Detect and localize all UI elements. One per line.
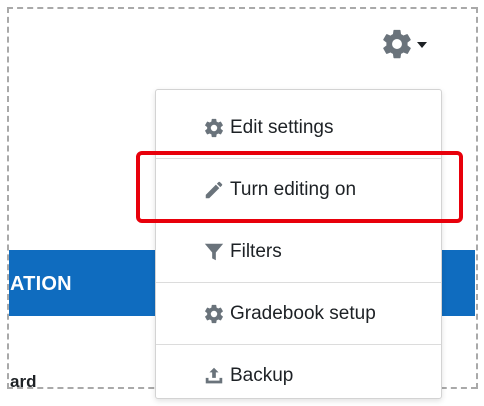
menu-item-filters[interactable]: Filters [156, 221, 441, 282]
menu-item-label: Backup [230, 364, 294, 386]
highlight-box [136, 151, 463, 223]
chevron-down-icon [417, 42, 427, 48]
page-text-fragment: ard [10, 372, 37, 391]
menu-item-gradebook-setup[interactable]: Gradebook setup [156, 283, 441, 344]
upload-icon [201, 365, 227, 387]
actions-dropdown-menu: Edit settings Turn editing on Filters Gr… [155, 89, 442, 399]
menu-item-label: Filters [230, 240, 282, 262]
gear-icon [380, 27, 414, 61]
menu-item-edit-settings[interactable]: Edit settings [156, 98, 441, 158]
gear-icon [201, 303, 227, 325]
dashed-frame-right [476, 7, 478, 389]
actions-menu-button[interactable] [380, 26, 440, 62]
menu-item-backup[interactable]: Backup [156, 345, 441, 406]
menu-item-label: Edit settings [230, 117, 334, 138]
menu-item-label: Gradebook setup [230, 302, 376, 324]
banner-title: ATION [10, 273, 72, 295]
gear-icon [201, 117, 227, 139]
filter-icon [201, 241, 227, 263]
